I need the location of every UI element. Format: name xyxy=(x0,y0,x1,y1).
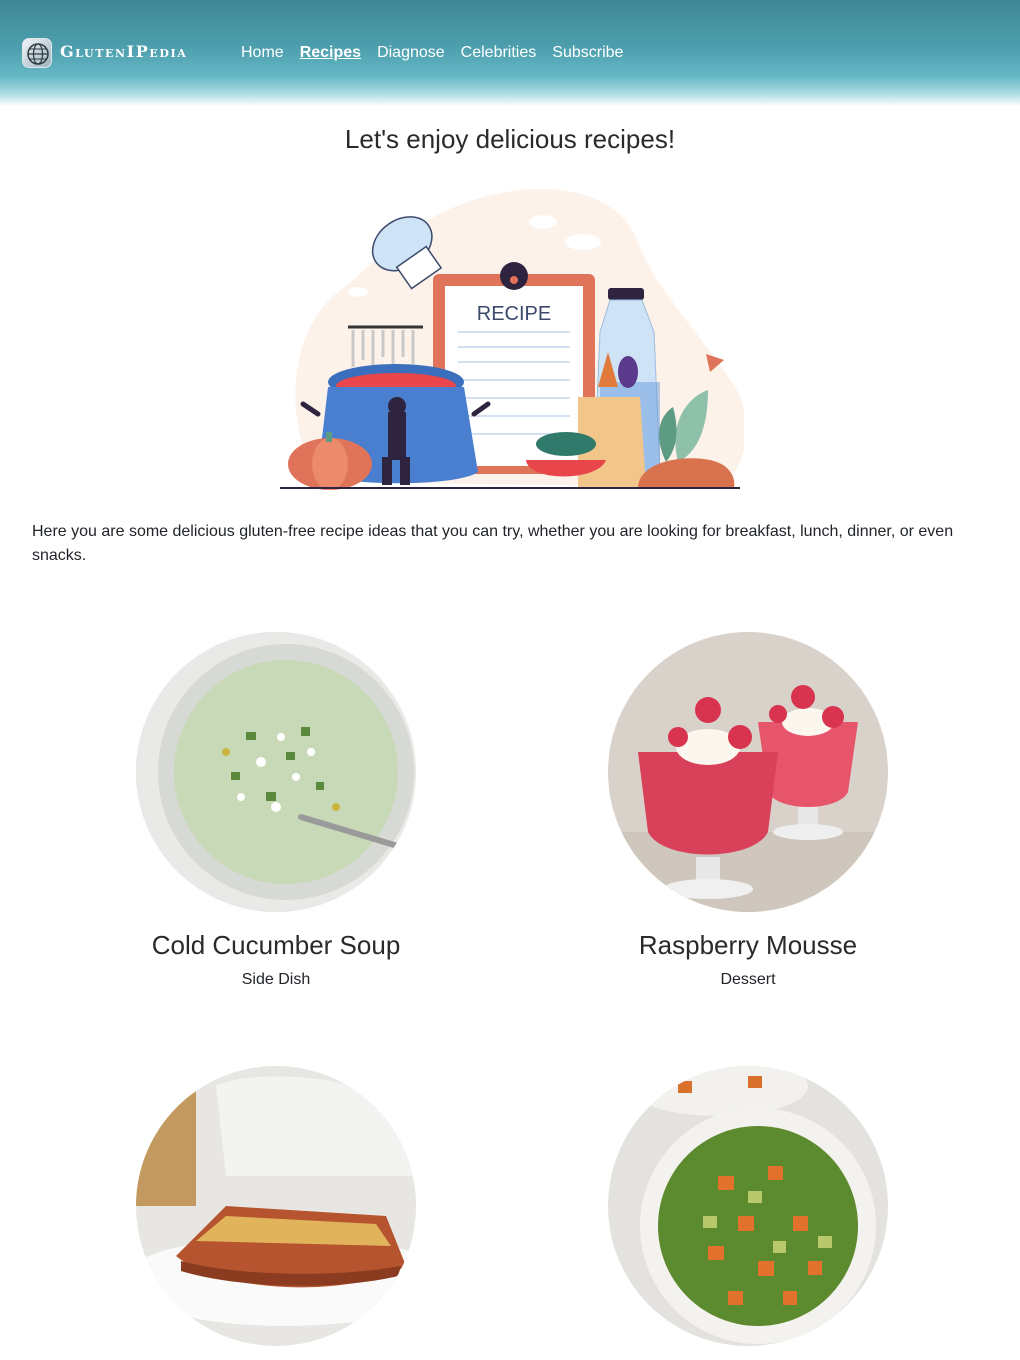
recipe-card[interactable] xyxy=(126,1066,426,1360)
page-title: Let's enjoy delicious recipes! xyxy=(344,124,676,154)
nav-diagnose[interactable]: Diagnose xyxy=(377,43,445,63)
recipe-card[interactable] xyxy=(598,1066,898,1360)
recipe-category: Dessert xyxy=(720,971,776,988)
cucumber-soup-photo[interactable] xyxy=(136,632,416,912)
recipe-card[interactable]: Raspberry Mousse Dessert xyxy=(598,632,898,989)
main-nav: Home Recipes Diagnose Celebrities Subscr… xyxy=(241,43,623,63)
recipe-board-label: RECIPE xyxy=(477,303,551,325)
recipe-category: Side Dish xyxy=(241,971,311,988)
nav-celebrities[interactable]: Celebrities xyxy=(461,43,537,63)
sweet-potato-salad-photo[interactable] xyxy=(608,1066,888,1346)
nav-home[interactable]: Home xyxy=(241,43,284,63)
nav-subscribe[interactable]: Subscribe xyxy=(552,43,623,63)
intro-text: Here you are some delicious gluten-free … xyxy=(32,523,954,564)
raspberry-mousse-photo[interactable] xyxy=(608,632,888,912)
site-header: GlutenIPedia Home Recipes Diagnose Celeb… xyxy=(0,0,1020,106)
lasagna-photo[interactable] xyxy=(136,1066,416,1346)
globe-logo-icon[interactable] xyxy=(22,38,52,68)
recipe-name[interactable]: Cold Cucumber Soup xyxy=(126,930,426,961)
recipe-card[interactable]: Cold Cucumber Soup Side Dish xyxy=(126,632,426,989)
nav-recipes[interactable]: Recipes xyxy=(300,43,361,63)
brand-name[interactable]: GlutenIPedia xyxy=(60,42,187,61)
recipe-name[interactable]: Raspberry Mousse xyxy=(598,930,898,961)
recipe-illustration: RECIPE xyxy=(278,182,747,494)
